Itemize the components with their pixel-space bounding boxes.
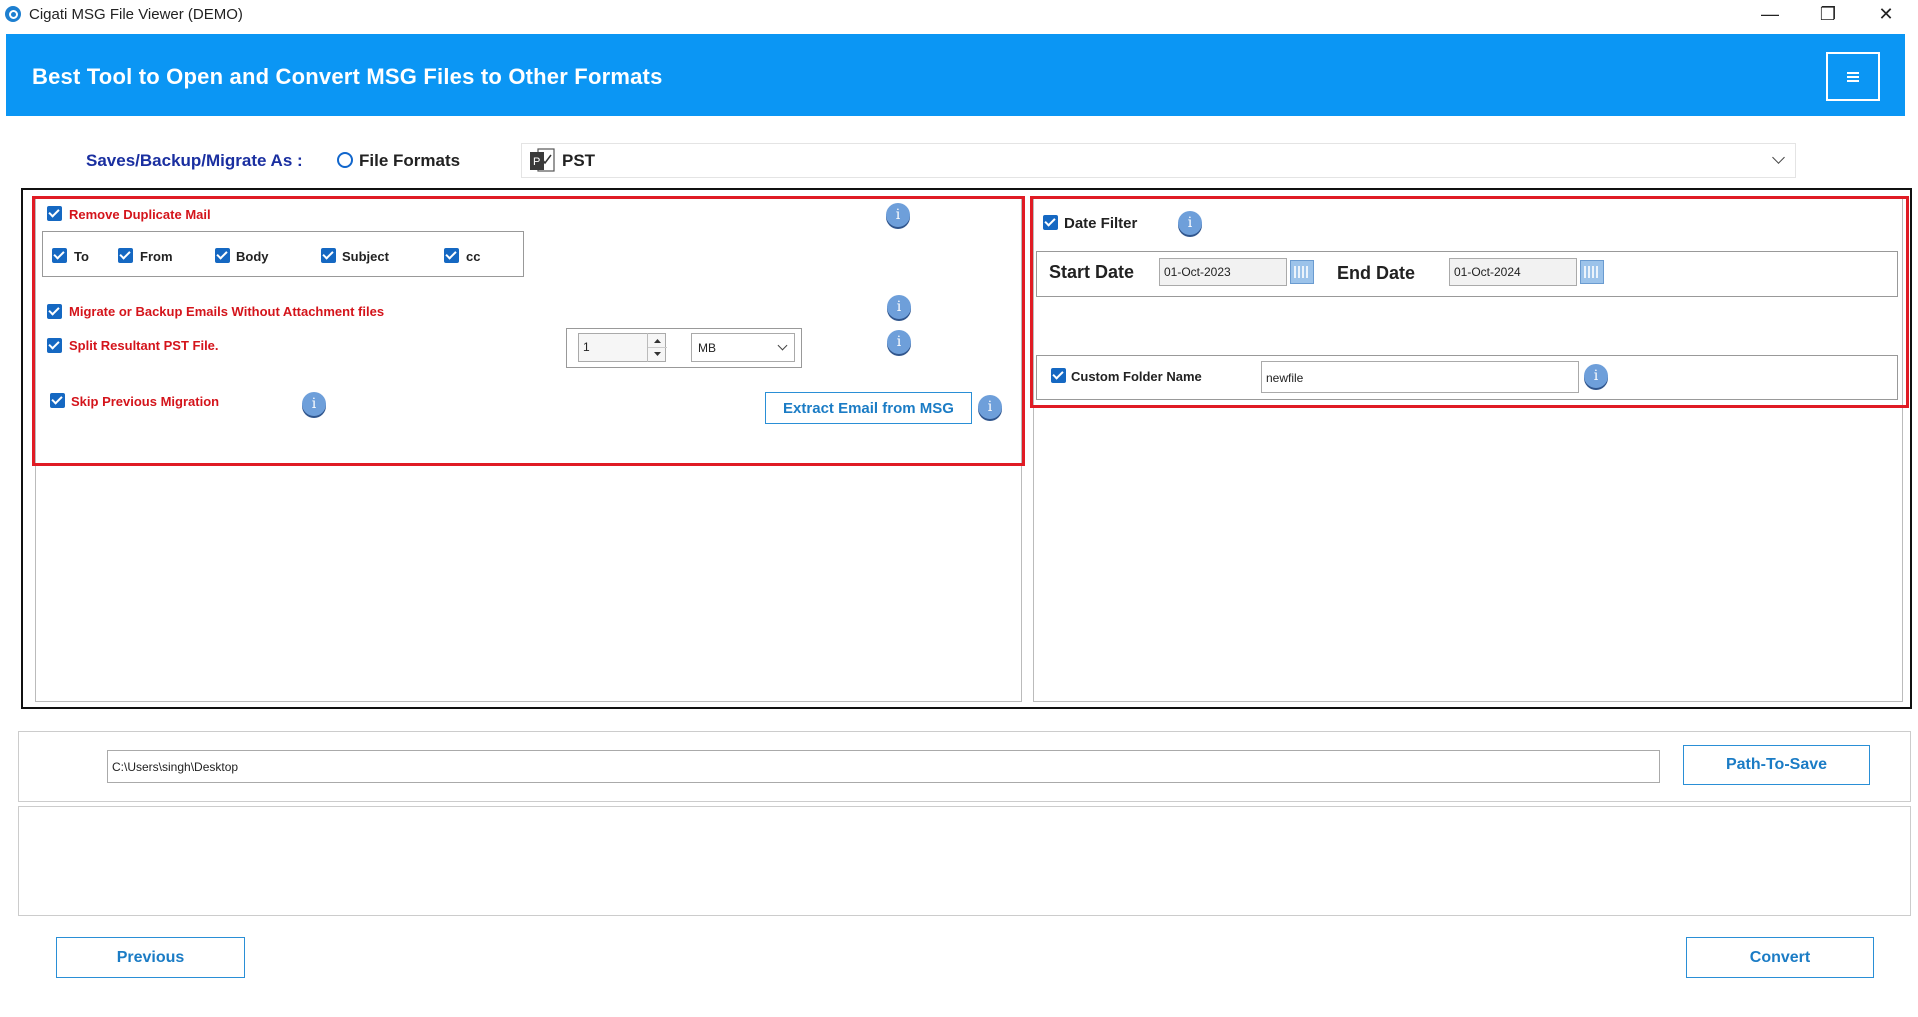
start-date-label: Start Date: [1049, 262, 1135, 282]
app-logo-icon: [5, 6, 21, 22]
info-icon[interactable]: i: [887, 295, 911, 319]
hamburger-icon: [1847, 71, 1859, 82]
file-formats-label: File Formats: [359, 151, 461, 170]
custom-folder-label: Custom Folder Name: [1071, 369, 1202, 384]
path-to-save-button[interactable]: Path-To-Save: [1683, 745, 1870, 785]
minimize-button[interactable]: —: [1741, 0, 1799, 29]
remove-duplicate-label: Remove Duplicate Mail: [69, 207, 211, 222]
restore-button[interactable]: ❐: [1799, 0, 1857, 29]
save-path-input[interactable]: C:\Users\singh\Desktop: [107, 750, 1660, 783]
info-icon[interactable]: i: [978, 395, 1002, 419]
without-attachment-label: Migrate or Backup Emails Without Attachm…: [69, 304, 385, 319]
split-pst-checkbox[interactable]: [47, 338, 62, 353]
field-subject-label: Subject: [342, 249, 389, 264]
extract-email-button[interactable]: Extract Email from MSG: [765, 392, 972, 424]
start-date-input[interactable]: 01-Oct-2023: [1159, 258, 1287, 286]
stepper-arrows-icon[interactable]: [647, 333, 667, 362]
remove-duplicate-checkbox[interactable]: [47, 206, 62, 221]
window-title: Cigati MSG File Viewer (DEMO): [29, 6, 243, 23]
date-filter-checkbox[interactable]: [1043, 215, 1058, 230]
field-body-label: Body: [236, 249, 269, 264]
field-to-checkbox[interactable]: [52, 248, 67, 263]
field-cc-label: cc: [466, 249, 481, 264]
convert-button[interactable]: Convert: [1686, 937, 1874, 978]
date-filter-label: Date Filter: [1064, 215, 1138, 232]
previous-button[interactable]: Previous: [56, 937, 245, 978]
info-icon[interactable]: i: [1584, 364, 1608, 388]
calendar-icon[interactable]: [1290, 260, 1314, 284]
menu-button[interactable]: [1826, 52, 1880, 101]
without-attachment-checkbox[interactable]: [47, 304, 62, 319]
format-dropdown[interactable]: [521, 143, 1796, 178]
field-body-checkbox[interactable]: [215, 248, 230, 263]
end-date-label: End Date: [1337, 263, 1416, 283]
custom-folder-input[interactable]: newfile: [1261, 361, 1579, 393]
skip-previous-checkbox[interactable]: [50, 393, 65, 408]
skip-previous-label: Skip Previous Migration: [71, 394, 220, 409]
field-to-label: To: [74, 249, 89, 264]
info-icon[interactable]: i: [886, 203, 910, 227]
field-subject-checkbox[interactable]: [321, 248, 336, 263]
info-icon[interactable]: i: [302, 392, 326, 416]
file-formats-radio[interactable]: [337, 152, 353, 168]
svg-text:P: P: [533, 156, 540, 168]
header-title: Best Tool to Open and Convert MSG Files …: [32, 64, 663, 89]
format-value: PST: [562, 151, 596, 170]
info-icon[interactable]: i: [887, 330, 911, 354]
split-pst-label: Split Resultant PST File.: [69, 338, 219, 353]
custom-folder-checkbox[interactable]: [1051, 368, 1066, 383]
status-log-area: [18, 806, 1911, 916]
close-button[interactable]: ✕: [1857, 0, 1915, 29]
field-from-checkbox[interactable]: [118, 248, 133, 263]
saveas-label: Saves/Backup/Migrate As :: [86, 151, 303, 170]
field-cc-checkbox[interactable]: [444, 248, 459, 263]
title-bar: [0, 0, 1918, 29]
end-date-input[interactable]: 01-Oct-2024: [1449, 258, 1577, 286]
field-from-label: From: [140, 249, 173, 264]
info-icon[interactable]: i: [1178, 211, 1202, 235]
calendar-icon[interactable]: [1580, 260, 1604, 284]
pst-file-icon: P: [530, 148, 555, 172]
